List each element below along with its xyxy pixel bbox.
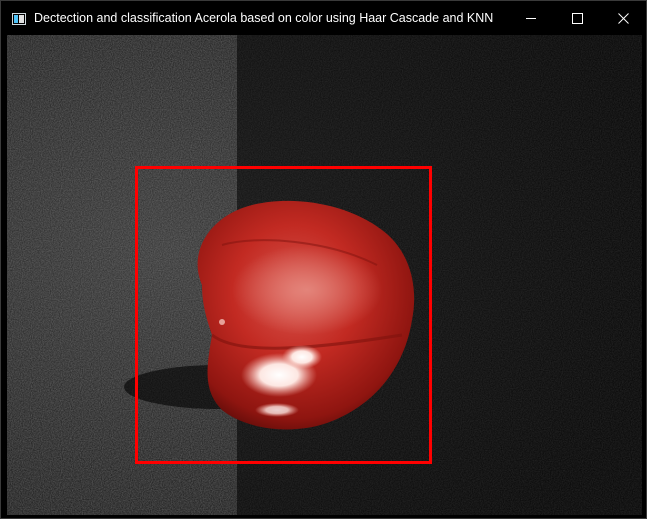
image-viewer [7, 35, 642, 515]
minimize-icon [525, 13, 537, 24]
window-title: Dectection and classification Acerola ba… [34, 11, 494, 25]
maximize-icon [571, 12, 583, 24]
maximize-button[interactable] [554, 1, 600, 35]
minimize-button[interactable] [508, 1, 554, 35]
title-bar[interactable]: Dectection and classification Acerola ba… [1, 1, 646, 35]
close-icon [617, 12, 629, 24]
detection-bounding-box [135, 166, 432, 464]
window-controls [508, 1, 646, 35]
close-button[interactable] [600, 1, 646, 35]
app-window: Dectection and classification Acerola ba… [0, 0, 647, 519]
window-app-icon [12, 12, 26, 25]
